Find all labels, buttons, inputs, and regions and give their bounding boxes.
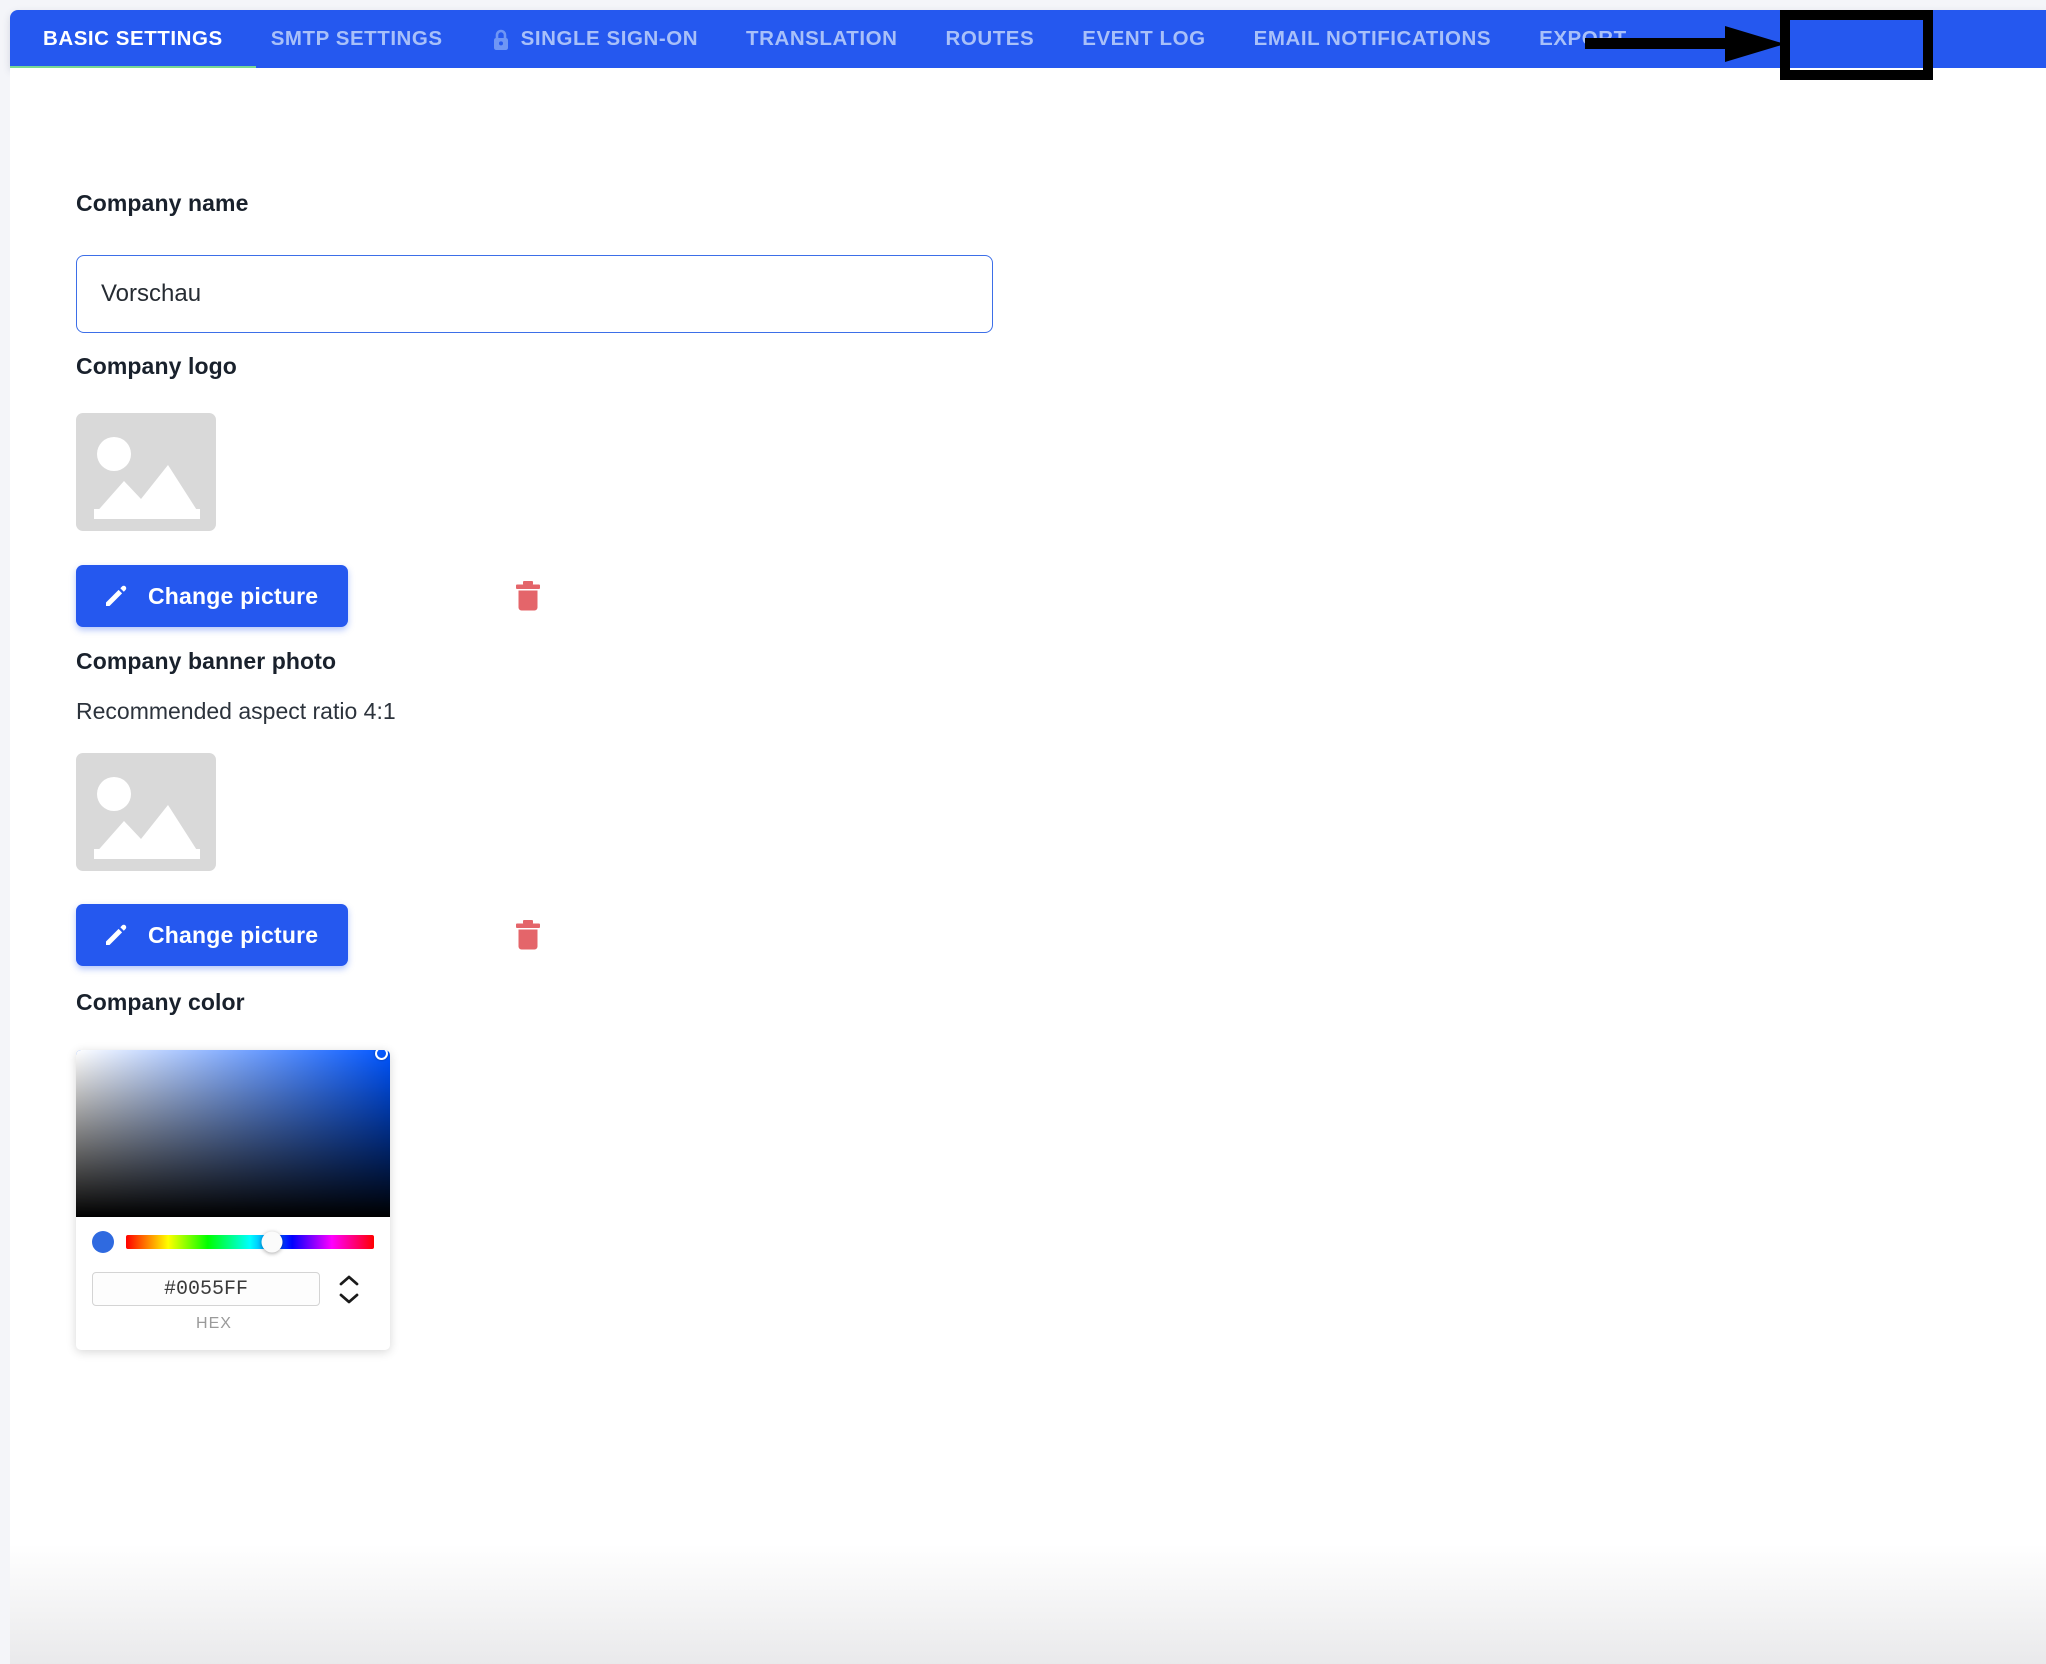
tab-export[interactable]: EXPORT <box>1539 10 1627 68</box>
settings-content-panel: Company name Company logo Change picture <box>10 68 2046 1664</box>
hex-format-caption: HEX <box>196 1315 232 1332</box>
image-placeholder-icon <box>76 753 216 871</box>
saturation-value-handle[interactable] <box>375 1050 388 1060</box>
color-picker[interactable]: HEX <box>76 1050 390 1350</box>
chevron-down-icon <box>339 1293 359 1303</box>
company-banner-preview <box>76 753 216 871</box>
current-color-swatch <box>92 1231 114 1253</box>
hue-slider[interactable] <box>126 1231 374 1253</box>
trash-icon <box>511 578 545 614</box>
tab-basic-settings-label: BASIC SETTINGS <box>43 27 223 50</box>
tab-email-notifications-label: EMAIL NOTIFICATIONS <box>1253 27 1492 50</box>
pencil-icon <box>102 583 128 609</box>
settings-tab-bar: BASIC SETTINGS SMTP SETTINGS SINGLE SIGN… <box>10 10 2046 72</box>
company-banner-hint: Recommended aspect ratio 4:1 <box>76 698 396 724</box>
company-logo-preview <box>76 413 216 531</box>
hex-row <box>92 1272 374 1306</box>
change-banner-picture-button[interactable]: Change picture <box>76 904 349 966</box>
company-banner-label: Company banner photo <box>76 648 337 674</box>
delete-logo-button[interactable] <box>505 573 551 619</box>
tab-single-sign-on-label: SINGLE SIGN-ON <box>520 27 699 50</box>
tab-event-log-label: EVENT LOG <box>1082 27 1206 50</box>
hex-color-input[interactable] <box>92 1272 320 1306</box>
change-logo-picture-button[interactable]: Change picture <box>76 565 349 627</box>
tab-smtp-settings[interactable]: SMTP SETTINGS <box>271 10 443 68</box>
pencil-icon <box>102 922 128 948</box>
chevron-up-icon <box>339 1275 359 1285</box>
hue-slider-handle[interactable] <box>261 1231 283 1253</box>
image-placeholder-icon <box>76 413 216 531</box>
hue-row <box>92 1231 374 1253</box>
color-picker-body: HEX <box>76 1217 390 1333</box>
trash-icon <box>511 917 545 953</box>
tab-translation[interactable]: TRANSLATION <box>746 10 897 68</box>
tab-smtp-settings-label: SMTP SETTINGS <box>270 27 443 50</box>
company-name-label: Company name <box>76 190 249 216</box>
delete-banner-button[interactable] <box>505 912 551 958</box>
tab-single-sign-on[interactable]: SINGLE SIGN-ON <box>491 10 698 68</box>
tab-email-notifications[interactable]: EMAIL NOTIFICATIONS <box>1254 10 1491 68</box>
tab-translation-label: TRANSLATION <box>746 27 898 50</box>
company-name-input[interactable] <box>76 255 993 333</box>
change-logo-picture-label: Change picture <box>148 582 319 609</box>
tab-routes-label: ROUTES <box>945 27 1035 50</box>
tab-event-log[interactable]: EVENT LOG <box>1082 10 1205 68</box>
saturation-value-panel[interactable] <box>76 1050 390 1217</box>
tab-basic-settings[interactable]: BASIC SETTINGS <box>10 10 256 72</box>
tab-export-label: EXPORT <box>1539 27 1627 50</box>
company-logo-label: Company logo <box>76 353 237 379</box>
app-root: BASIC SETTINGS SMTP SETTINGS SINGLE SIGN… <box>0 0 2046 1664</box>
color-format-stepper[interactable] <box>328 1274 360 1305</box>
change-banner-picture-label: Change picture <box>148 921 319 948</box>
company-color-label: Company color <box>76 989 245 1015</box>
tab-routes[interactable]: ROUTES <box>945 10 1034 68</box>
lock-icon <box>491 28 511 52</box>
